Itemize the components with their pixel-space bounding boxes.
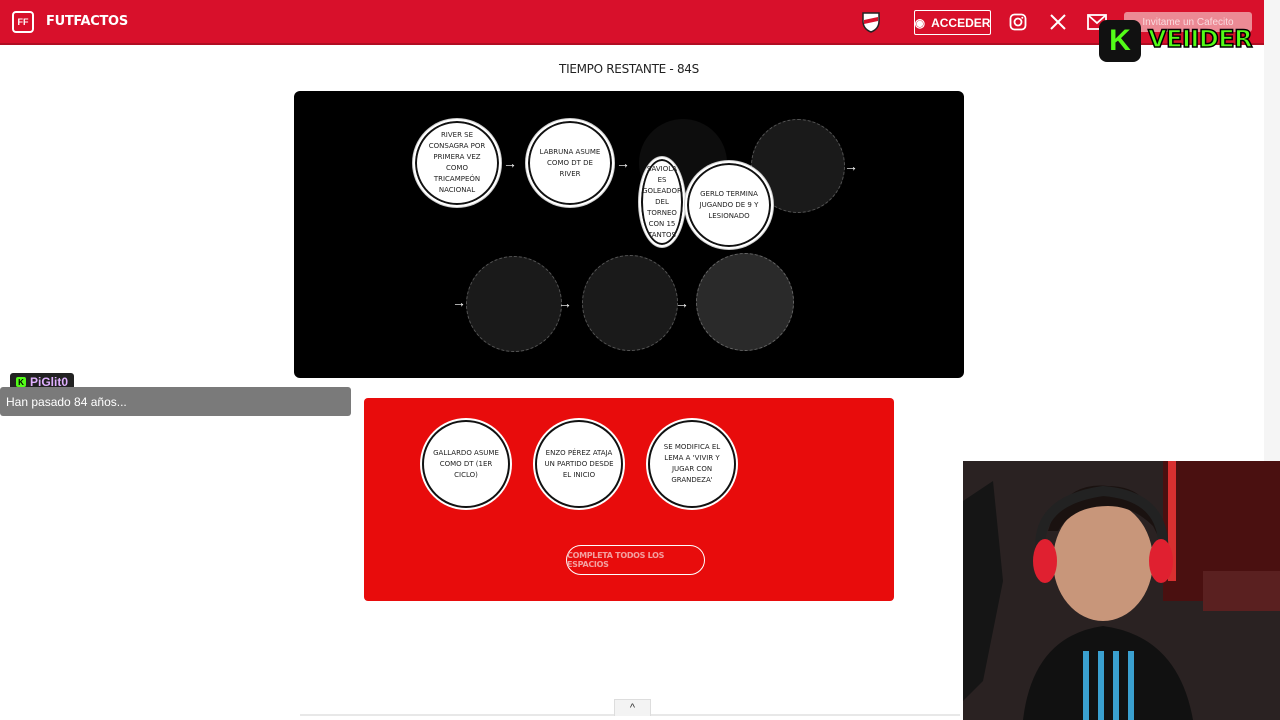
option-card-3[interactable]: SE MODIFICA EL LEMA A 'VIVIR Y JUGAR CON… [648,420,736,508]
option-card-1[interactable]: GALLARDO ASUME COMO DT (1ER CICLO) [422,420,510,508]
placed-card-gerlo[interactable]: GERLO TERMINA JUGANDO DE 9 Y LESIONADO [685,161,773,249]
streamer-name: VEIIDER [1147,24,1253,54]
arrow-icon: → [616,155,630,171]
x-twitter-icon[interactable] [1048,12,1068,32]
empty-slot-5[interactable] [466,256,562,352]
option-bank: GALLARDO ASUME COMO DT (1ER CICLO) ENZO … [364,398,894,601]
webcam-image [963,461,1280,720]
scroll-up-button[interactable]: ^ [614,699,651,716]
dragging-card-saviola[interactable]: SAVIOLA ES GOLEADOR DEL TORNEO CON 15 TA… [639,157,685,247]
placed-card-1[interactable]: RIVER SE CONSAGRA POR PRIMERA VEZ COMO T… [413,119,501,207]
kick-badge-icon: K [16,377,26,387]
futfactos-logo-icon[interactable]: FF [12,11,34,33]
chat-message: Han pasado 84 años... [0,387,351,416]
kick-logo-icon: K [1099,20,1141,62]
arrow-icon: → [558,295,572,311]
empty-slot-7[interactable] [696,253,794,351]
user-pin-icon: ◉ [914,15,926,30]
club-shield-icon[interactable] [861,11,881,33]
arrow-icon: → [452,294,466,310]
login-label: ACCEDER [931,15,991,30]
option-card-2[interactable]: ENZO PÉREZ ATAJA UN PARTIDO DESDE EL INI… [535,420,623,508]
arrow-icon: → [844,158,858,174]
top-nav-bar: FF FUTFACTOS ◉ ACCEDER Invitame un Cafec… [0,0,1264,45]
login-button[interactable]: ◉ ACCEDER [914,10,991,35]
complete-button[interactable]: COMPLETA TODOS LOS ESPACIOS [566,545,705,575]
arrow-icon: → [503,155,517,171]
streamer-webcam [963,461,1280,720]
timeline-board: RIVER SE CONSAGRA POR PRIMERA VEZ COMO T… [294,91,964,378]
instagram-icon[interactable] [1008,12,1028,32]
chevron-up-icon: ^ [629,702,636,714]
empty-slot-6[interactable] [582,255,678,351]
placed-card-2[interactable]: LABRUNA ASUME COMO DT DE RIVER [526,119,614,207]
arrow-icon: → [675,295,689,311]
brand-name[interactable]: FUTFACTOS [46,14,128,29]
time-remaining: TIEMPO RESTANTE - 84S [559,62,699,76]
